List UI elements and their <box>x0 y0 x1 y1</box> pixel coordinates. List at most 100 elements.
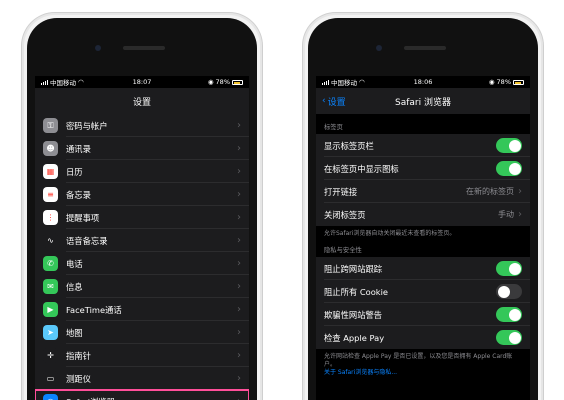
safari-setting-row: 显示标签页栏 <box>316 134 530 157</box>
chevron-right-icon: › <box>237 235 241 246</box>
settings-row-label: 地图 <box>66 327 83 338</box>
nav-bar: ‹ 设置 Safari 浏览器 <box>316 88 530 114</box>
settings-row-label: 电话 <box>66 258 83 269</box>
carrier-label: 中国移动 <box>331 79 357 87</box>
safari-setting-row[interactable]: 打开链接 在新的标签页 › <box>316 180 530 203</box>
phone-bezel: 中国移动 ◠ 18:07 ◉ 78% 设置 ⚿ 密码与帐户 › ☻ 通讯录 › ▦ 日历 › ≡ 备… <box>27 18 257 400</box>
settings-row[interactable]: ✛ 指南针 › <box>35 344 249 367</box>
chevron-right-icon: › <box>237 166 241 177</box>
safari-setting-row: 在标签页中显示图标 <box>316 157 530 180</box>
page-title: Safari 浏览器 <box>395 97 451 108</box>
compass-icon: ✛ <box>43 348 58 363</box>
right-phone-frame: 中国移动 ◠ 18:06 ◉ 78% ‹ 设置 Safari 浏览器 标签页 显… <box>302 12 544 400</box>
toggle-switch[interactable] <box>496 284 522 299</box>
privacy-section-rows: 阻止跨网站跟踪 阻止所有 Cookie 欺骗性网站警告 检查 Apple Pay <box>316 257 530 349</box>
toggle-switch[interactable] <box>496 138 522 153</box>
setting-label: 在标签页中显示图标 <box>324 163 399 174</box>
page-title: 设置 <box>132 97 151 108</box>
notes-icon: ≡ <box>43 187 58 202</box>
battery-icon <box>232 79 243 85</box>
settings-row-label: Safari浏览器 <box>66 396 237 400</box>
status-bar: 中国移动 ◠ 18:06 ◉ 78% <box>316 76 530 88</box>
front-camera <box>376 45 382 51</box>
status-bar: 中国移动 ◠ 18:07 ◉ 78% <box>35 76 249 88</box>
chevron-right-icon: › <box>237 304 241 315</box>
chevron-right-icon: › <box>518 209 522 220</box>
settings-row[interactable]: ▦ 日历 › <box>35 160 249 183</box>
back-label: 设置 <box>327 97 346 108</box>
settings-row-label: FaceTime通话 <box>66 304 122 315</box>
settings-row[interactable]: ⚿ 密码与帐户 › <box>35 114 249 137</box>
safari-setting-row[interactable]: 关闭标签页 手动 › <box>316 203 530 226</box>
battery-percent: 78% <box>496 78 511 86</box>
toggle-switch[interactable] <box>496 307 522 322</box>
privacy-info-link[interactable]: 关于 Safari浏览器与隐私... <box>324 369 522 377</box>
safari-setting-row: 阻止跨网站跟踪 <box>316 257 530 280</box>
key-icon: ⚿ <box>43 118 58 133</box>
battery-icon <box>513 79 524 85</box>
settings-row-label: 通讯录 <box>66 143 91 154</box>
chevron-right-icon: › <box>518 186 522 197</box>
toggle-switch[interactable] <box>496 261 522 276</box>
safari-setting-row: 阻止所有 Cookie <box>316 280 530 303</box>
tabs-footnote: 允许Safari浏览器自动关闭最近未查看的标签页。 <box>324 230 456 237</box>
setting-label: 打开链接 <box>324 186 358 197</box>
chevron-right-icon: › <box>237 281 241 292</box>
settings-row[interactable]: ☻ 通讯录 › <box>35 137 249 160</box>
earpiece-speaker <box>404 46 446 50</box>
back-button[interactable]: ‹ 设置 <box>322 88 346 114</box>
signal-icon <box>41 79 48 85</box>
facetime-icon: ▶ <box>43 302 58 317</box>
settings-row-label: 信息 <box>66 281 83 292</box>
chevron-right-icon: › <box>237 350 241 361</box>
carrier-label: 中国移动 <box>50 79 76 87</box>
setting-label: 显示标签页栏 <box>324 140 374 151</box>
chevron-right-icon: › <box>237 327 241 338</box>
orientation-lock-icon: ◉ <box>488 78 495 86</box>
maps-icon: ➤ <box>43 325 58 340</box>
settings-row[interactable]: ✉ 信息 › <box>35 275 249 298</box>
chevron-right-icon: › <box>237 143 241 154</box>
settings-row-label: 测距仪 <box>66 373 91 384</box>
toggle-switch[interactable] <box>496 330 522 345</box>
settings-row[interactable]: ⋮ 提醒事项 › <box>35 206 249 229</box>
settings-row-label: 日历 <box>66 166 83 177</box>
setting-label: 检查 Apple Pay <box>324 332 385 343</box>
right-screen: 中国移动 ◠ 18:06 ◉ 78% ‹ 设置 Safari 浏览器 标签页 显… <box>316 76 530 400</box>
phone-icon: ✆ <box>43 256 58 271</box>
settings-row[interactable]: ➤ 地图 › <box>35 321 249 344</box>
settings-row[interactable]: ▭ 测距仪 › <box>35 367 249 390</box>
settings-row[interactable]: ≡ 备忘录 › <box>35 183 249 206</box>
reminders-icon: ⋮ <box>43 210 58 225</box>
settings-row[interactable]: ∿ 语音备忘录 › <box>35 229 249 252</box>
toggle-switch[interactable] <box>496 161 522 176</box>
messages-icon: ✉ <box>43 279 58 294</box>
calendar-icon: ▦ <box>43 164 58 179</box>
orientation-lock-icon: ◉ <box>207 78 214 86</box>
setting-label: 欺骗性网站警告 <box>324 309 383 320</box>
phone-bezel: 中国移动 ◠ 18:06 ◉ 78% ‹ 设置 Safari 浏览器 标签页 显… <box>308 18 538 400</box>
settings-row[interactable]: ▶ FaceTime通话 › <box>35 298 249 321</box>
voice-memo-icon: ∿ <box>43 233 58 248</box>
section-header-privacy: 隐私与安全性 <box>324 247 362 254</box>
settings-list: ⚿ 密码与帐户 › ☻ 通讯录 › ▦ 日历 › ≡ 备忘录 › ⋮ 提醒事项 › ∿ 语音备忘录 › ✆ 电话 › ✉ 信… <box>35 114 249 400</box>
status-time: 18:06 <box>413 78 433 86</box>
section-header-tabs: 标签页 <box>324 124 343 131</box>
settings-row[interactable]: ✆ 电话 › <box>35 252 249 275</box>
status-time: 18:07 <box>132 78 152 86</box>
nav-bar: 设置 <box>35 88 249 114</box>
chevron-right-icon: › <box>237 120 241 131</box>
measure-icon: ▭ <box>43 371 58 386</box>
setting-label: 关闭标签页 <box>324 209 366 220</box>
settings-row[interactable]: ◎ Safari浏览器› <box>35 389 249 400</box>
wifi-icon: ◠ <box>359 78 365 86</box>
setting-value: 在新的标签页 <box>466 187 514 196</box>
contacts-icon: ☻ <box>43 141 58 156</box>
tabs-section-rows: 显示标签页栏在标签页中显示图标 打开链接 在新的标签页 › 关闭标签页 手动 › <box>316 134 530 226</box>
settings-row-label: 密码与帐户 <box>66 120 108 131</box>
privacy-footnote: 允许网站检查 Apple Pay 是否已设置，以及您是否拥有 Apple Car… <box>316 349 530 382</box>
left-phone-frame: 中国移动 ◠ 18:07 ◉ 78% 设置 ⚿ 密码与帐户 › ☻ 通讯录 › ▦ 日历 › ≡ 备… <box>21 12 263 400</box>
setting-value: 手动 <box>498 210 514 219</box>
settings-row-label: 指南针 <box>66 350 91 361</box>
settings-row-label: 语音备忘录 <box>66 235 108 246</box>
